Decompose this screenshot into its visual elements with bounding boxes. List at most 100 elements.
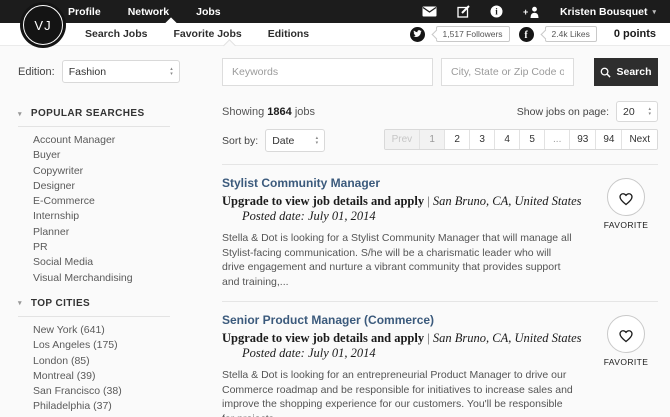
- job-description: Stella & Dot is looking for a Stylist Co…: [222, 231, 574, 289]
- favorite-button[interactable]: [607, 178, 645, 216]
- job-meta: Upgrade to view job details and apply | …: [222, 194, 594, 224]
- popular-searches-list: Account Manager Buyer Copywriter Designe…: [33, 133, 170, 286]
- subnav-favorite-jobs[interactable]: Favorite Jobs: [173, 28, 241, 40]
- upgrade-link[interactable]: Upgrade to view job details and apply: [222, 194, 424, 208]
- top-city-item[interactable]: Philadelphia (37): [33, 399, 170, 414]
- popular-searches-section: ▾ POPULAR SEARCHES Account Manager Buyer…: [18, 108, 170, 286]
- pagination-page[interactable]: 94: [595, 130, 621, 149]
- popular-search-item[interactable]: Account Manager: [33, 133, 170, 148]
- add-user-icon[interactable]: +: [523, 6, 540, 18]
- popular-search-item[interactable]: PR: [33, 240, 170, 255]
- logo[interactable]: VJ: [20, 2, 66, 48]
- popular-search-item[interactable]: Buyer: [33, 148, 170, 163]
- pagination-page[interactable]: 2: [444, 130, 469, 149]
- upgrade-link[interactable]: Upgrade to view job details and apply: [222, 331, 424, 345]
- popular-search-item[interactable]: Designer: [33, 179, 170, 194]
- pagination-page[interactable]: 4: [494, 130, 519, 149]
- pagination-prev[interactable]: Prev: [385, 130, 420, 149]
- compose-icon[interactable]: [457, 5, 470, 18]
- top-city-item[interactable]: New York (641): [33, 323, 170, 338]
- job-posted-date: Posted date: July 01, 2014: [242, 346, 376, 360]
- popular-search-item[interactable]: E-Commerce: [33, 194, 170, 209]
- sort-control: Sort by: Date ▴▾: [222, 129, 325, 152]
- popular-search-item[interactable]: Copywriter: [33, 164, 170, 179]
- pagination-page[interactable]: 3: [469, 130, 494, 149]
- top-city-item[interactable]: Los Angeles (175): [33, 338, 170, 353]
- pagination-page[interactable]: 5: [519, 130, 544, 149]
- pagination-page-current[interactable]: 1: [419, 130, 444, 149]
- pagination-ellipsis: ...: [544, 130, 569, 149]
- social-counters: 1,517 Followers f 2.4k Likes 0 points: [410, 26, 670, 42]
- keywords-input[interactable]: [222, 58, 433, 86]
- heart-icon: [617, 326, 635, 343]
- popular-search-item[interactable]: Internship: [33, 209, 170, 224]
- results-count: Showing 1864 jobs: [222, 106, 315, 118]
- search-button-label: Search: [616, 66, 651, 78]
- nav-item-jobs[interactable]: Jobs: [196, 6, 221, 18]
- top-cities-header[interactable]: ▾ TOP CITIES: [18, 298, 170, 309]
- select-stepper-icon: ▴▾: [316, 136, 319, 145]
- svg-text:+: +: [523, 7, 528, 17]
- popular-searches-header[interactable]: ▾ POPULAR SEARCHES: [18, 108, 170, 119]
- collapse-caret-icon: ▾: [18, 299, 22, 307]
- mail-icon[interactable]: [422, 6, 437, 17]
- facebook-icon[interactable]: f: [519, 27, 534, 42]
- favorite-control: FAVORITE: [594, 176, 658, 289]
- pagination: Prev 1 2 3 4 5 ... 93 94 Next: [384, 129, 658, 150]
- info-icon[interactable]: i: [490, 5, 503, 18]
- search-button[interactable]: Search: [594, 58, 658, 86]
- content-area: Edition: Fashion ▴▾ ▾ POPULAR SEARCHES A…: [0, 46, 670, 417]
- top-bar: VJ Profile Network Jobs i + Kristen Bous…: [0, 0, 670, 23]
- job-meta: Upgrade to view job details and apply | …: [222, 331, 594, 361]
- caret-down-icon: ▾: [652, 8, 656, 16]
- nav-item-profile[interactable]: Profile: [68, 6, 101, 18]
- subnav-editions[interactable]: Editions: [268, 28, 309, 40]
- search-icon: [600, 67, 611, 78]
- heart-icon: [617, 189, 635, 206]
- edition-select[interactable]: Fashion ▴▾: [62, 60, 180, 83]
- twitter-icon[interactable]: [410, 27, 425, 42]
- results-count-number: 1864: [267, 106, 291, 118]
- popular-search-item[interactable]: Social Media: [33, 255, 170, 270]
- facebook-likes-badge[interactable]: 2.4k Likes: [545, 26, 597, 42]
- sort-by-select[interactable]: Date ▴▾: [265, 129, 325, 152]
- job-title-link[interactable]: Stylist Community Manager: [222, 176, 594, 190]
- select-stepper-icon: ▴▾: [648, 107, 651, 116]
- twitter-followers-badge[interactable]: 1,517 Followers: [436, 26, 510, 42]
- job-listing: Senior Product Manager (Commerce) Upgrad…: [222, 301, 658, 417]
- job-listing: Stylist Community Manager Upgrade to vie…: [222, 164, 658, 289]
- popular-searches-title: POPULAR SEARCHES: [31, 108, 145, 119]
- logo-text: VJ: [23, 5, 63, 45]
- location-input[interactable]: [441, 58, 574, 86]
- top-city-item[interactable]: London (85): [33, 354, 170, 369]
- facebook-f-glyph: f: [524, 30, 527, 41]
- popular-search-item[interactable]: Planner: [33, 225, 170, 240]
- sort-by-label: Sort by:: [222, 135, 258, 147]
- nav-item-network[interactable]: Network: [128, 6, 169, 18]
- favorite-button[interactable]: [607, 315, 645, 353]
- pagination-next[interactable]: Next: [621, 130, 657, 149]
- sort-and-pagination-row: Sort by: Date ▴▾ Prev 1 2 3 4 5 ... 93 9…: [222, 129, 658, 152]
- sub-navigation: Search Jobs Favorite Jobs Editions 1,517…: [0, 23, 670, 46]
- main-panel: Search Showing 1864 jobs Show jobs on pa…: [214, 46, 670, 417]
- pagination-page[interactable]: 93: [569, 130, 595, 149]
- select-stepper-icon: ▴▾: [170, 67, 173, 76]
- popular-search-item[interactable]: Visual Merchandising: [33, 271, 170, 286]
- per-page-control: Show jobs on page: 20 ▴▾: [517, 101, 658, 122]
- points-counter: 0 points: [614, 28, 656, 40]
- user-name: Kristen Bousquet: [560, 6, 648, 18]
- job-title-link[interactable]: Senior Product Manager (Commerce): [222, 313, 594, 327]
- favorite-control: FAVORITE: [594, 313, 658, 417]
- top-city-item[interactable]: San Francisco (38): [33, 384, 170, 399]
- top-cities-section: ▾ TOP CITIES New York (641) Los Angeles …: [18, 298, 170, 417]
- user-menu[interactable]: Kristen Bousquet ▾: [560, 6, 656, 18]
- edition-filter: Edition: Fashion ▴▾: [18, 60, 214, 83]
- top-navigation: Profile Network Jobs: [68, 6, 221, 18]
- top-city-item[interactable]: Montreal (39): [33, 369, 170, 384]
- section-divider: [18, 126, 170, 127]
- subnav-search-jobs[interactable]: Search Jobs: [85, 28, 147, 40]
- top-cities-list: New York (641) Los Angeles (175) London …: [33, 323, 170, 417]
- per-page-select[interactable]: 20 ▴▾: [616, 101, 658, 122]
- job-details: Senior Product Manager (Commerce) Upgrad…: [222, 313, 594, 417]
- job-description: Stella & Dot is looking for an entrepren…: [222, 368, 574, 417]
